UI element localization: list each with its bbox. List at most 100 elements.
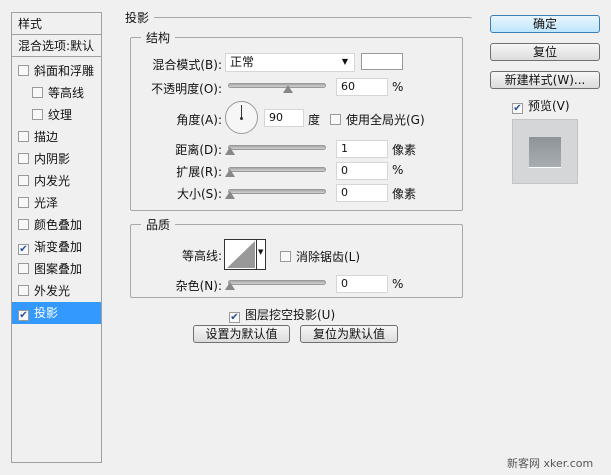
spread-unit: % <box>392 163 404 177</box>
checkbox-icon[interactable] <box>18 197 29 208</box>
ok-button[interactable]: 确定 <box>490 15 600 33</box>
checkbox-icon: ✔ <box>512 103 523 114</box>
spread-slider[interactable] <box>228 167 326 172</box>
style-item[interactable]: 图案叠加 <box>12 258 101 280</box>
distance-slider-thumb[interactable] <box>225 147 235 155</box>
noise-input[interactable]: 0 <box>336 275 388 293</box>
knockout-label: 图层挖空投影(U) <box>245 308 336 322</box>
blend-mode-value: 正常 <box>230 55 255 69</box>
knockout-checkbox[interactable]: ✔ 图层挖空投影(U) <box>229 306 335 323</box>
contour-linear-icon <box>227 241 255 268</box>
size-slider[interactable] <box>228 189 326 194</box>
checkbox-icon[interactable] <box>32 109 43 120</box>
chevron-down-icon: ▼ <box>341 57 348 66</box>
distance-input[interactable]: 1 <box>336 140 388 158</box>
spread-slider-thumb[interactable] <box>225 169 235 177</box>
style-item[interactable]: 描边 <box>12 126 101 148</box>
anti-alias-label: 消除锯齿(L) <box>296 250 361 264</box>
angle-unit: 度 <box>308 113 321 127</box>
style-item[interactable]: 光泽 <box>12 192 101 214</box>
style-item-label: 光泽 <box>34 196 59 210</box>
checkbox-icon[interactable] <box>18 65 29 76</box>
style-item-label: 内发光 <box>34 174 71 188</box>
checkbox-icon[interactable] <box>18 219 29 230</box>
contour-label: 等高线: <box>181 249 222 263</box>
style-item-label: 描边 <box>34 130 59 144</box>
checkbox-icon[interactable] <box>18 263 29 274</box>
reset-default-button[interactable]: 复位为默认值 <box>300 325 398 343</box>
style-item-label: 渐变叠加 <box>34 240 83 254</box>
size-input[interactable]: 0 <box>336 184 388 202</box>
style-item[interactable]: 颜色叠加 <box>12 214 101 236</box>
make-default-button[interactable]: 设置为默认值 <box>193 325 290 343</box>
opacity-unit: % <box>392 80 404 94</box>
global-light-checkbox[interactable]: 使用全局光(G) <box>330 111 425 128</box>
style-item-label: 投影 <box>34 306 59 320</box>
checkbox-icon[interactable] <box>18 131 29 142</box>
style-item-label: 斜面和浮雕 <box>34 64 95 78</box>
reset-button[interactable]: 复位 <box>490 43 600 61</box>
angle-label: 角度(A): <box>176 113 222 127</box>
style-item[interactable]: 纹理 <box>12 104 101 126</box>
size-slider-thumb[interactable] <box>225 191 235 199</box>
distance-slider[interactable] <box>228 145 326 150</box>
style-item[interactable]: ✔ 投影 <box>12 302 101 324</box>
styles-header[interactable]: 样式 <box>12 13 101 35</box>
opacity-input[interactable]: 60 <box>336 78 388 96</box>
contour-picker[interactable]: ▼ <box>224 239 266 270</box>
noise-slider-thumb[interactable] <box>225 282 235 290</box>
shadow-color-swatch[interactable] <box>361 53 403 70</box>
checkbox-icon[interactable] <box>18 153 29 164</box>
style-item[interactable]: 等高线 <box>12 82 101 104</box>
angle-dial[interactable] <box>225 101 258 134</box>
style-item-label: 颜色叠加 <box>34 218 83 232</box>
chevron-down-icon: ▼ <box>258 248 264 256</box>
spread-input[interactable]: 0 <box>336 162 388 180</box>
preview-swatch <box>529 137 561 168</box>
style-item-label: 内阴影 <box>34 152 71 166</box>
checkbox-icon[interactable]: ✔ <box>18 244 29 255</box>
structure-title: 结构 <box>141 29 176 46</box>
blend-options-item[interactable]: 混合选项:默认 <box>12 35 101 57</box>
noise-label: 杂色(N): <box>175 279 222 293</box>
style-item-label: 等高线 <box>48 86 85 100</box>
quality-title: 品质 <box>141 216 176 233</box>
distance-label: 距离(D): <box>175 143 222 157</box>
checkbox-icon[interactable]: ✔ <box>18 310 29 321</box>
size-unit: 像素 <box>392 187 417 201</box>
opacity-slider[interactable] <box>228 83 326 88</box>
style-preview <box>512 119 578 184</box>
styles-list: 样式 混合选项:默认 斜面和浮雕等高线纹理描边内阴影内发光光泽颜色叠加 ✔ 渐变叠加… <box>11 12 102 463</box>
blend-mode-select[interactable]: 正常 ▼ <box>225 53 355 72</box>
noise-slider[interactable] <box>228 280 326 285</box>
style-item[interactable]: 内发光 <box>12 170 101 192</box>
style-item-label: 外发光 <box>34 284 71 298</box>
panel-title: 投影 <box>120 9 155 26</box>
noise-unit: % <box>392 277 404 291</box>
checkbox-icon[interactable] <box>18 285 29 296</box>
size-label: 大小(S): <box>176 187 222 201</box>
checkbox-icon <box>280 251 291 262</box>
style-item[interactable]: 斜面和浮雕 <box>12 60 101 82</box>
new-style-button[interactable]: 新建样式(W)... <box>490 71 600 89</box>
opacity-slider-thumb[interactable] <box>283 85 293 93</box>
watermark: 新客网 xker.com <box>507 457 594 470</box>
distance-unit: 像素 <box>392 143 417 157</box>
anti-alias-checkbox[interactable]: 消除锯齿(L) <box>280 248 360 265</box>
preview-label: 预览(V) <box>528 99 570 113</box>
checkbox-icon[interactable] <box>32 87 43 98</box>
angle-input[interactable]: 90 <box>264 109 304 127</box>
style-item[interactable]: 内阴影 <box>12 148 101 170</box>
spread-label: 扩展(R): <box>176 165 222 179</box>
checkbox-icon: ✔ <box>229 312 240 323</box>
global-light-label: 使用全局光(G) <box>346 113 425 127</box>
style-item[interactable]: 外发光 <box>12 280 101 302</box>
checkbox-icon <box>330 114 341 125</box>
blend-mode-label: 混合模式(B): <box>152 58 222 72</box>
style-item-label: 纹理 <box>48 108 73 122</box>
preview-checkbox[interactable]: ✔ 预览(V) <box>512 97 570 114</box>
style-item[interactable]: ✔ 渐变叠加 <box>12 236 101 258</box>
checkbox-icon[interactable] <box>18 175 29 186</box>
style-item-label: 图案叠加 <box>34 262 83 276</box>
opacity-label: 不透明度(O): <box>151 82 222 96</box>
